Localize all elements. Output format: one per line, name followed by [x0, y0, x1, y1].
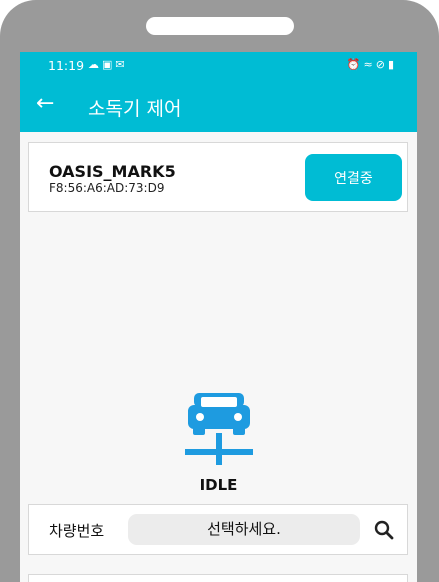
state-label: IDLE — [199, 476, 238, 494]
connect-button[interactable]: 연결중 — [305, 154, 402, 201]
back-arrow-icon[interactable]: ← — [36, 91, 54, 117]
device-mac-address: F8:56:A6:AD:73:D9 — [49, 181, 165, 195]
status-bar: 11:19 ☁▣✉ ⏰≈⊘▮ — [20, 52, 417, 80]
calendar-icon: ▣ — [102, 58, 116, 71]
mail-icon: ✉ — [115, 58, 128, 71]
status-left-icons: ☁▣✉ — [88, 58, 128, 71]
vehicle-number-select[interactable]: 선택하세요. — [128, 514, 360, 545]
phone-frame: 11:19 ☁▣✉ ⏰≈⊘▮ ← 소독기 제어 OASIS_MARK5 F8:5… — [0, 0, 439, 582]
car-lift-icon — [185, 393, 253, 465]
phone-speaker — [146, 17, 294, 35]
alarm-icon: ⏰ — [346, 58, 364, 71]
weather-icon: ☁ — [88, 58, 102, 71]
dnd-icon: ⊘ — [375, 58, 388, 71]
battery-icon: ▮ — [387, 58, 397, 71]
next-card — [28, 574, 408, 582]
device-card: OASIS_MARK5 F8:56:A6:AD:73:D9 연결중 — [28, 142, 408, 212]
search-icon[interactable] — [373, 519, 395, 541]
device-name: OASIS_MARK5 — [49, 162, 176, 181]
app-bar: ← 소독기 제어 — [20, 80, 417, 132]
wifi-icon: ≈ — [363, 58, 376, 71]
vehicle-number-row: 차량번호 선택하세요. — [28, 504, 408, 555]
vehicle-number-label: 차량번호 — [49, 522, 105, 540]
status-right-icons: ⏰≈⊘▮ — [347, 58, 397, 71]
page-title: 소독기 제어 — [88, 98, 182, 120]
app-screen: 11:19 ☁▣✉ ⏰≈⊘▮ ← 소독기 제어 OASIS_MARK5 F8:5… — [20, 52, 417, 582]
status-time: 11:19 — [48, 58, 85, 73]
